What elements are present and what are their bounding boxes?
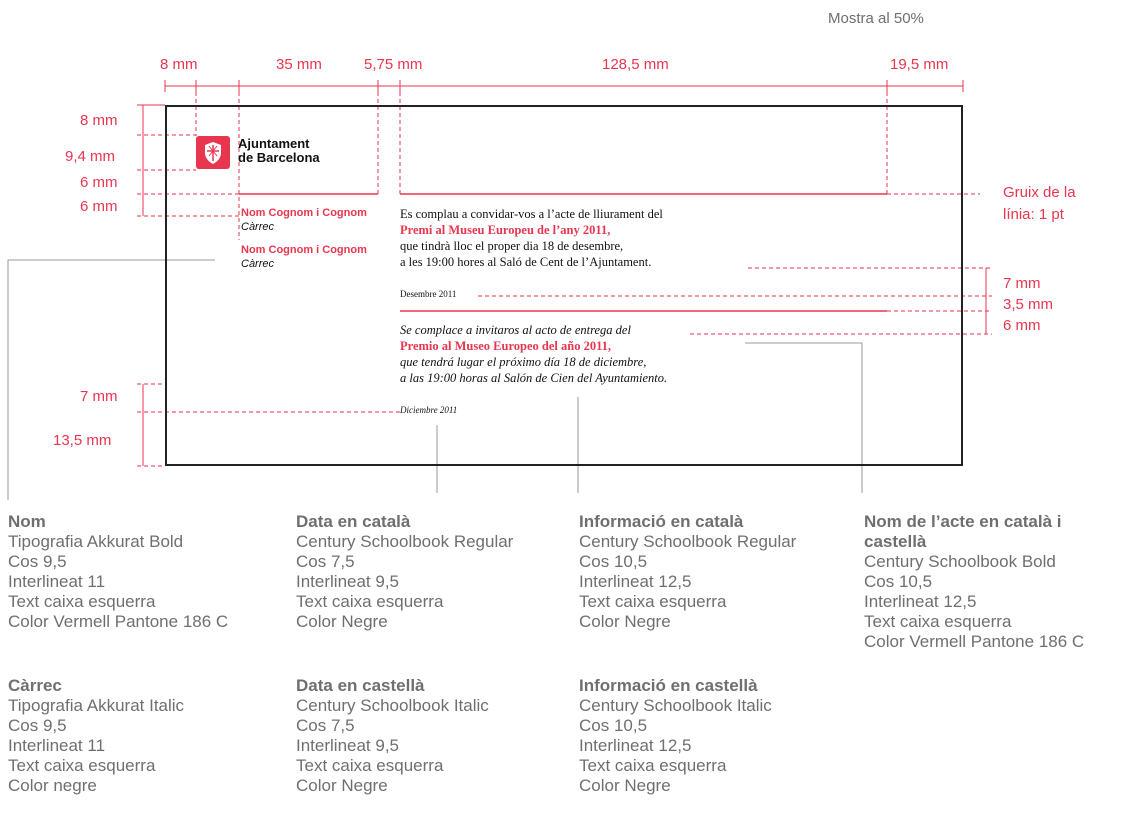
spec-nom-line: Text caixa esquerra [8, 592, 156, 611]
spec-carrec: Càrrec Tipografia Akkurat Italic Cos 9,5… [8, 676, 184, 796]
catalan-info: Es complau a convidar-vos a l’acte de ll… [400, 206, 663, 270]
spec-data-cat-line: Interlineat 9,5 [296, 572, 400, 591]
spec-carrec-line: Color negre [8, 776, 97, 795]
dim-top-1285: 128,5 mm [602, 56, 669, 73]
spec-info-cat-line: Interlineat 12,5 [579, 572, 692, 591]
spec-info-cat: Informació en català Century Schoolbook … [579, 512, 796, 632]
dim-top-575: 5,75 mm [364, 56, 423, 73]
dim-left-8: 8 mm [80, 112, 118, 129]
catalan-line-3: que tindrà lloc el proper dia 18 de dese… [400, 239, 624, 253]
spec-acte-line: Century Schoolbook Bold [864, 552, 1056, 571]
logo-line1: Ajuntament [238, 136, 310, 151]
spec-carrec-line: Tipografia Akkurat Italic [8, 696, 185, 715]
spec-info-cat-line: Century Schoolbook Regular [579, 532, 797, 551]
spanish-line-4: a las 19:00 horas al Salón de Cien del A… [400, 371, 668, 385]
spanish-date: Diciembre 2011 [400, 405, 458, 415]
spec-info-cast-line: Text caixa esquerra [579, 756, 727, 775]
spec-nom-line: Cos 9,5 [8, 552, 67, 571]
spanish-line-1: Se complace a invitaros al acto de entre… [400, 323, 631, 337]
catalan-line-1: Es complau a convidar-vos a l’acte de ll… [400, 207, 663, 221]
spec-nom: Nom Tipografia Akkurat Bold Cos 9,5 Inte… [8, 512, 228, 632]
spec-info-cast-line: Color Negre [579, 776, 671, 795]
signatory-name-2: Nom Cognom i Cognom [241, 244, 367, 256]
spec-carrec-line: Text caixa esquerra [8, 756, 156, 775]
spec-data-cast-line: Cos 7,5 [296, 716, 355, 735]
spec-carrec-line: Interlineat 11 [8, 736, 106, 755]
line-weight-line1: Gruix de la [1003, 184, 1076, 201]
spec-data-cat-line: Cos 7,5 [296, 552, 355, 571]
spec-info-cat-line: Cos 10,5 [579, 552, 648, 571]
spec-acte-line: Interlineat 12,5 [864, 592, 977, 611]
dim-right-6: 6 mm [1003, 317, 1041, 334]
spec-acte-title-1: Nom de l’acte en català i [864, 512, 1062, 531]
dim-top-35: 35 mm [276, 56, 322, 73]
spec-info-cat-title: Informació en català [579, 512, 744, 531]
spec-info-cast-line: Century Schoolbook Italic [579, 696, 772, 715]
dim-top-195: 19,5 mm [890, 56, 949, 73]
spec-info-cast-title: Informació en castellà [579, 676, 758, 695]
spec-nom-title: Nom [8, 512, 46, 531]
spec-acte: Nom de l’acte en català i castellà Centu… [864, 512, 1084, 652]
dim-right-35: 3,5 mm [1003, 296, 1054, 313]
signatory-role-1: Càrrec [241, 221, 275, 233]
logo-text: Ajuntament de Barcelona [238, 137, 320, 165]
shield-icon [196, 136, 230, 169]
spec-data-cast-line: Century Schoolbook Italic [296, 696, 489, 715]
signatory-name-1: Nom Cognom i Cognom [241, 207, 367, 219]
spec-info-cast-line: Cos 10,5 [579, 716, 648, 735]
dim-left-135: 13,5 mm [53, 432, 112, 449]
signatory-role-2: Càrrec [241, 258, 275, 270]
dim-left-6b: 6 mm [80, 198, 118, 215]
spec-acte-line: Text caixa esquerra [864, 612, 1012, 631]
spec-info-cast: Informació en castellà Century Schoolboo… [579, 676, 772, 796]
spec-data-cast-line: Text caixa esquerra [296, 756, 444, 775]
spec-nom-line: Interlineat 11 [8, 572, 106, 591]
spec-info-cast-line: Interlineat 12,5 [579, 736, 692, 755]
spec-data-cast-line: Color Negre [296, 776, 388, 795]
spec-nom-line: Tipografia Akkurat Bold [8, 532, 184, 551]
line-weight-line2: línia: 1 pt [1003, 206, 1064, 223]
spec-data-cat-title: Data en català [296, 512, 411, 531]
spec-info-cat-line: Text caixa esquerra [579, 592, 727, 611]
spec-data-cat: Data en català Century Schoolbook Regula… [296, 512, 513, 632]
dim-left-94: 9,4 mm [65, 148, 116, 165]
catalan-event-name: Premi al Museu Europeu de l’any 2011, [400, 223, 611, 237]
dim-right-7: 7 mm [1003, 275, 1041, 292]
spec-data-cast-line: Interlineat 9,5 [296, 736, 400, 755]
spanish-line-3: que tendrá lugar el próximo día 18 de di… [400, 355, 647, 369]
spanish-info: Se complace a invitaros al acto de entre… [400, 322, 667, 386]
spec-nom-line: Color Vermell Pantone 186 C [8, 612, 229, 631]
spec-data-cat-line: Text caixa esquerra [296, 592, 444, 611]
line-weight-label: Gruix de la línia: 1 pt [1003, 182, 1076, 226]
dim-top-8: 8 mm [160, 56, 198, 73]
logo-line2: de Barcelona [238, 150, 320, 165]
spec-carrec-title: Càrrec [8, 676, 62, 695]
spec-data-cat-line: Century Schoolbook Regular [296, 532, 514, 551]
dim-left-6a: 6 mm [80, 174, 118, 191]
spec-data-cat-line: Color Negre [296, 612, 388, 631]
spec-acte-line: Color Vermell Pantone 186 C [864, 632, 1085, 651]
spec-data-cast-title: Data en castellà [296, 676, 425, 695]
spanish-event-name: Premio al Museo Europeo del año 2011, [400, 339, 611, 353]
spec-carrec-line: Cos 9,5 [8, 716, 67, 735]
spec-acte-title-2: castellà [864, 532, 927, 551]
spec-info-cat-line: Color Negre [579, 612, 671, 631]
spec-data-cast: Data en castellà Century Schoolbook Ital… [296, 676, 489, 796]
dim-left-7: 7 mm [80, 388, 118, 405]
spec-acte-line: Cos 10,5 [864, 572, 933, 591]
catalan-date: Desembre 2011 [400, 289, 457, 299]
catalan-line-4: a les 19:00 hores al Saló de Cent de l’A… [400, 255, 652, 269]
